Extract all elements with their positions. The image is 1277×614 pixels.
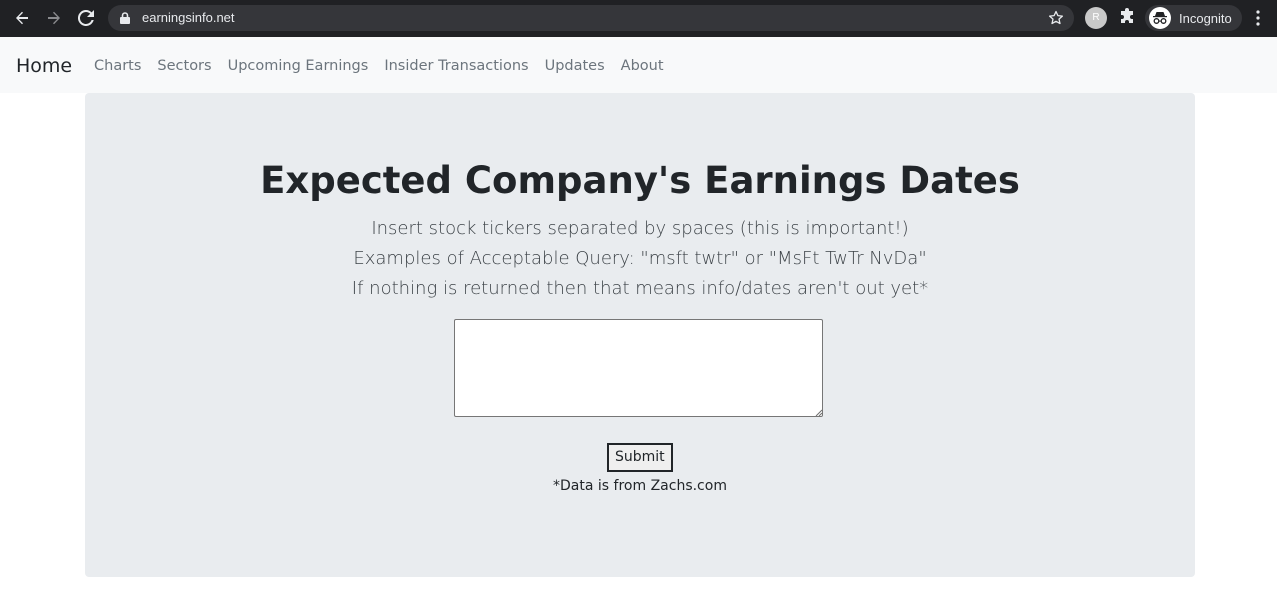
nav-link-charts[interactable]: Charts [86, 56, 149, 76]
arrow-right-icon [48, 11, 60, 25]
reload-button[interactable] [73, 6, 99, 30]
site-navbar: Home Charts Sectors Upcoming Earnings In… [0, 37, 1277, 93]
data-source-note: *Data is from Zachs.com [553, 478, 727, 494]
ticker-input[interactable] [454, 319, 823, 417]
submit-button[interactable]: Submit [607, 443, 673, 472]
navbar-brand-home[interactable]: Home [16, 54, 72, 78]
nav-link-about[interactable]: About [613, 56, 672, 76]
address-bar[interactable]: earningsinfo.net [108, 5, 1074, 31]
resize-grip-icon[interactable] [815, 409, 822, 416]
incognito-label: Incognito [1179, 10, 1232, 26]
incognito-indicator[interactable]: Incognito [1145, 5, 1242, 31]
reload-icon [78, 10, 94, 26]
arrow-left-icon [16, 11, 28, 25]
lock-icon [120, 12, 130, 24]
browser-toolbar: earningsinfo.net R Incognito [0, 0, 1277, 37]
back-button[interactable] [9, 6, 35, 30]
instruction-text-2: Examples of Acceptable Query: "msft twtr… [353, 248, 927, 269]
page-title: Expected Company's Earnings Dates [260, 159, 1020, 202]
navbar-links: Charts Sectors Upcoming Earnings Insider… [86, 56, 672, 76]
nav-link-upcoming-earnings[interactable]: Upcoming Earnings [220, 56, 377, 76]
forward-button[interactable] [41, 6, 67, 30]
more-vert-icon[interactable] [1250, 9, 1266, 27]
instruction-text-3: If nothing is returned then that means i… [351, 278, 929, 299]
address-url[interactable]: earningsinfo.net [142, 5, 235, 31]
star-icon[interactable] [1048, 10, 1064, 26]
incognito-icon [1149, 7, 1171, 29]
instruction-text-1: Insert stock tickers separated by spaces… [371, 218, 909, 239]
puzzle-icon[interactable] [1118, 8, 1136, 26]
nav-link-updates[interactable]: Updates [537, 56, 613, 76]
nav-link-sectors[interactable]: Sectors [149, 56, 219, 76]
profile-avatar[interactable]: R [1085, 7, 1107, 29]
nav-link-insider-transactions[interactable]: Insider Transactions [376, 56, 536, 76]
jumbotron: Expected Company's Earnings Dates Insert… [85, 93, 1195, 577]
